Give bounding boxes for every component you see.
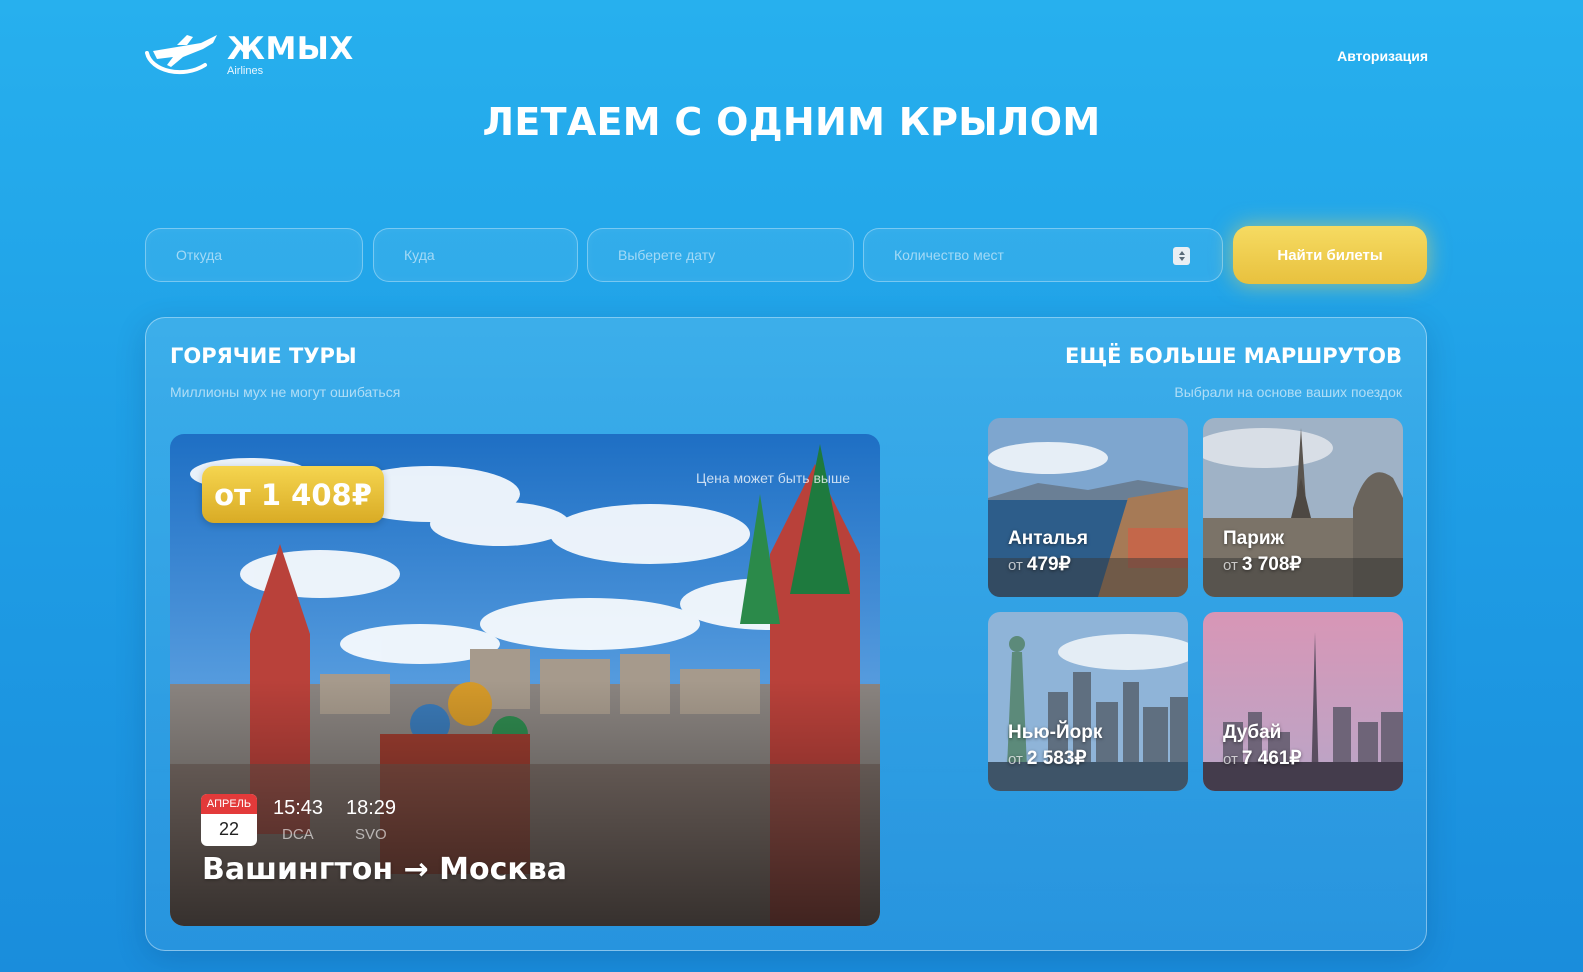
calendar-icon: АПРЕЛЬ 22 (201, 794, 257, 846)
price-from: от (1223, 557, 1238, 574)
destination-price: от 7 461₽ (1223, 747, 1302, 770)
tours-panel: ГОРЯЧИЕ ТУРЫ Миллионы мух не могут ошиба… (145, 317, 1427, 951)
destination-card-dubai[interactable]: Дубай от 7 461₽ (1203, 612, 1403, 791)
logo-subtitle: Airlines (227, 64, 264, 77)
arrive-time: 18:29 (346, 797, 397, 819)
route-title: Вашингтон → Москва (202, 852, 567, 887)
price-from: от (1008, 751, 1023, 768)
destination-name: Париж (1223, 528, 1284, 549)
stepper-up-icon[interactable] (1178, 251, 1185, 255)
price-note: Цена может быть выше (696, 470, 850, 486)
destination-name: Анталья (1008, 528, 1088, 549)
hot-tour-card[interactable]: от 1 408₽ Цена может быть выше АПРЕЛЬ 22… (170, 434, 880, 926)
more-routes-title: ЕЩЁ БОЛЬШЕ МАРШРУТОВ (1065, 344, 1402, 368)
destination-price: от 479₽ (1008, 553, 1071, 576)
price-from: от (1223, 751, 1238, 768)
find-tickets-button[interactable]: Найти билеты (1233, 226, 1427, 284)
stepper-down-icon[interactable] (1178, 257, 1185, 261)
destination-name: Дубай (1223, 722, 1282, 743)
hot-tours-title: ГОРЯЧИЕ ТУРЫ (170, 344, 357, 368)
to-field[interactable]: Куда (373, 228, 578, 282)
airplane-logo-icon (143, 31, 223, 79)
more-routes-subtitle: Выбрали на основе ваших поездок (1174, 384, 1402, 400)
logo-text: ЖМЫХ Airlines (227, 30, 354, 77)
seats-stepper[interactable] (1173, 247, 1190, 265)
destination-card-new-york[interactable]: Нью-Йорк от 2 583₽ (988, 612, 1188, 791)
logo[interactable]: ЖМЫХ Airlines (143, 30, 354, 80)
auth-link[interactable]: Авторизация (1337, 48, 1428, 64)
depart-time: 15:43 (273, 797, 324, 819)
destination-price: от 2 583₽ (1008, 747, 1087, 770)
price-badge: от 1 408₽ (202, 466, 384, 523)
destination-price-value: 3 708₽ (1241, 554, 1302, 575)
destination-name: Нью-Йорк (1008, 722, 1103, 743)
price-from: от (1008, 557, 1023, 574)
arrive-code: SVO (355, 826, 387, 843)
seats-field[interactable]: Количество мест (863, 228, 1223, 282)
destination-card-paris[interactable]: Париж от 3 708₽ (1203, 418, 1403, 597)
calendar-day: 22 (218, 819, 240, 839)
seats-placeholder: Количество мест (894, 247, 1004, 263)
calendar-month: АПРЕЛЬ (201, 794, 257, 814)
destination-price-value: 7 461₽ (1241, 748, 1302, 769)
logo-title: ЖМЫХ (227, 30, 354, 67)
depart-code: DCA (282, 826, 314, 843)
destination-price-value: 2 583₽ (1026, 748, 1087, 769)
hot-tours-subtitle: Миллионы мух не могут ошибаться (170, 384, 401, 400)
destination-card-antalya[interactable]: Анталья от 479₽ (988, 418, 1188, 597)
destination-price: от 3 708₽ (1223, 553, 1302, 576)
date-field[interactable]: Выберете дату (587, 228, 854, 282)
destination-price-value: 479₽ (1026, 554, 1071, 575)
hero-title: ЛЕТАЕМ С ОДНИМ КРЫЛОМ (482, 100, 1101, 144)
from-field[interactable]: Откуда (145, 228, 363, 282)
